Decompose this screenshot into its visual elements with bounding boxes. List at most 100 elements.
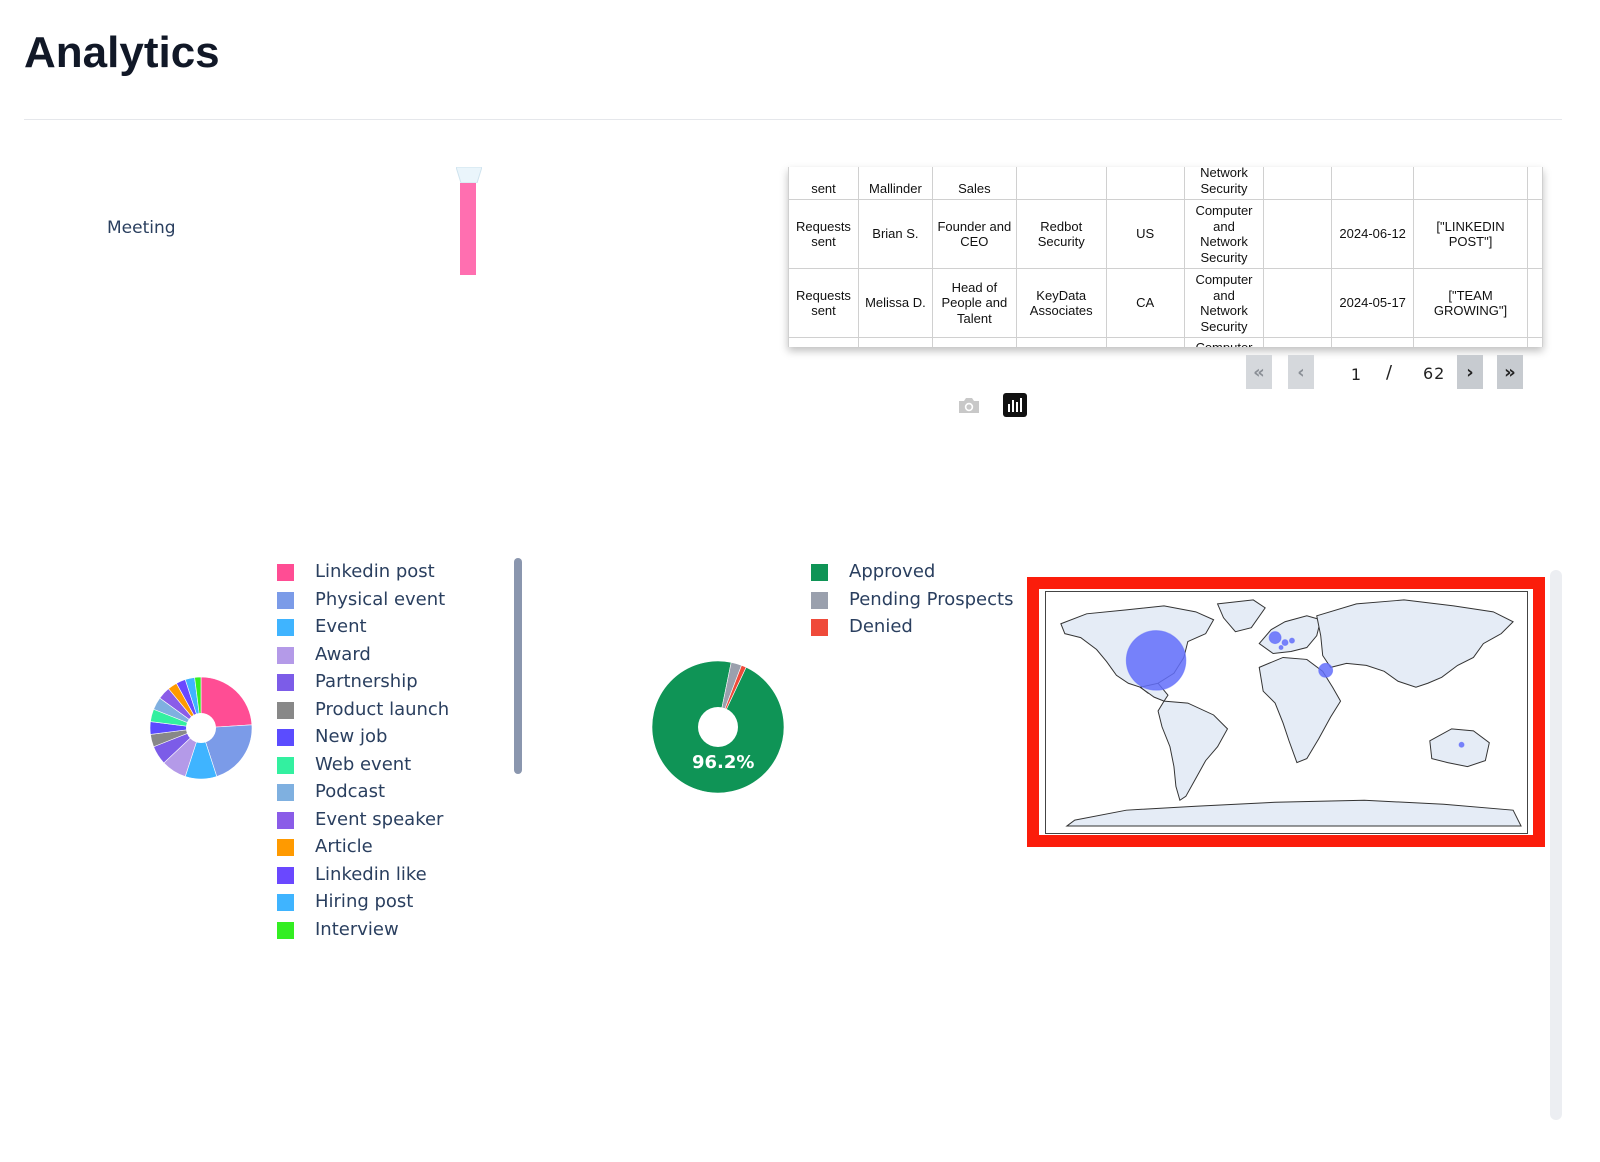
- table-cell-overflow: [1526, 268, 1543, 338]
- sources-legend-item[interactable]: Linkedin post: [277, 558, 449, 586]
- table-row: Requests sent Melissa D. Head of People an…: [788, 268, 1543, 338]
- chevron-left-icon: ‹: [1297, 361, 1305, 383]
- double-chevron-left-icon: «: [1253, 361, 1265, 383]
- table-cell: Head of People and Talent: [931, 268, 1017, 338]
- first-page-button[interactable]: «: [1246, 355, 1272, 389]
- funnel-connector: [456, 167, 482, 183]
- chevron-right-icon: ›: [1466, 361, 1474, 383]
- legend-label: Interview: [315, 918, 399, 940]
- table-cell: Requests sent: [788, 268, 859, 338]
- sources-legend-item[interactable]: Web event: [277, 751, 449, 779]
- table-cell-overflow: [1526, 167, 1543, 200]
- funnel-stage-label: Meeting: [107, 218, 176, 238]
- legend-swatch: [277, 921, 294, 939]
- prospects-table: sent Mallinder Sales Network Security Reques…: [788, 167, 1543, 347]
- sources-legend-item[interactable]: Partnership: [277, 668, 449, 696]
- status-legend-item[interactable]: Pending Prospects: [811, 586, 1013, 614]
- sources-legend-item[interactable]: Interview: [277, 916, 449, 944]
- status-donut-chart: [652, 661, 784, 793]
- map-land-south-america: [1157, 700, 1229, 802]
- table-cell: [1413, 167, 1528, 200]
- map-bubble-europe-1[interactable]: [1281, 639, 1289, 647]
- sources-legend-item[interactable]: Physical event: [277, 586, 449, 614]
- legend-swatch: [277, 729, 294, 746]
- status-legend-item[interactable]: Denied: [811, 613, 1013, 641]
- sources-legend-item[interactable]: New job: [277, 723, 449, 751]
- table-cell: [788, 337, 859, 347]
- title-divider: [24, 119, 1562, 120]
- legend-label: Hiring post: [315, 891, 414, 912]
- table-cell: 2024-06-12: [1331, 199, 1415, 269]
- table-cell: [1413, 337, 1528, 347]
- legend-swatch: [811, 591, 828, 609]
- last-page-button[interactable]: »: [1497, 355, 1523, 389]
- legend-label: Partnership: [315, 671, 418, 692]
- table-cell: 2024-05-17: [1331, 268, 1415, 338]
- table-row: Requests sent Brian S. Founder and CEO Redb…: [788, 199, 1543, 269]
- sources-legend-item[interactable]: Event speaker: [277, 806, 449, 834]
- page-scrollbar[interactable]: [1550, 570, 1562, 1120]
- table-cell: Computer: [1183, 337, 1265, 347]
- sources-legend-item[interactable]: Event: [277, 613, 449, 641]
- table-cell: [857, 337, 933, 347]
- table-row: Computer: [788, 337, 1543, 347]
- double-chevron-right-icon: »: [1504, 361, 1516, 383]
- table-row: sent Mallinder Sales Network Security: [788, 167, 1543, 200]
- next-page-button[interactable]: ›: [1457, 355, 1483, 389]
- table-cell: [1263, 268, 1333, 338]
- legend-swatch: [277, 674, 294, 691]
- legend-scrollbar[interactable]: [514, 558, 522, 774]
- map-bubble-israel[interactable]: [1318, 662, 1334, 678]
- legend-swatch: [277, 564, 294, 581]
- table-cell: Computer and Network Security: [1183, 199, 1265, 269]
- legend-label: New job: [315, 726, 388, 747]
- camera-icon[interactable]: [957, 395, 981, 415]
- map-bubble-australia[interactable]: [1458, 741, 1465, 748]
- prospects-world-map[interactable]: [1045, 591, 1528, 834]
- table-cell: US: [1105, 199, 1185, 269]
- sources-legend-item[interactable]: Award: [277, 641, 449, 669]
- donut-hole: [698, 707, 738, 747]
- table-cell: [931, 337, 1017, 347]
- funnel-bar-meeting[interactable]: [460, 183, 476, 275]
- sources-legend-item[interactable]: Hiring post: [277, 888, 449, 916]
- map-bubble-europe-3[interactable]: [1278, 645, 1284, 651]
- table-cell: Sales: [931, 167, 1017, 200]
- legend-label: Physical event: [315, 588, 446, 610]
- map-land-antarctica: [1065, 799, 1522, 827]
- page-number-input[interactable]: [1326, 359, 1386, 389]
- table-cell: [1263, 199, 1333, 269]
- page-title: Analytics: [24, 28, 220, 77]
- sources-legend-item[interactable]: Product launch: [277, 696, 449, 724]
- bar-chart-icon[interactable]: [1003, 393, 1027, 417]
- legend-label: Web event: [315, 753, 412, 775]
- table-cell: Melissa D.: [857, 268, 933, 338]
- legend-label: Pending Prospects: [849, 588, 1014, 610]
- legend-label: Product launch: [315, 698, 450, 720]
- sources-legend-item[interactable]: Podcast: [277, 778, 449, 806]
- legend-swatch: [277, 619, 294, 636]
- legend-label: Event: [315, 616, 367, 637]
- map-bubble-europe-2[interactable]: [1288, 637, 1295, 644]
- previous-page-button[interactable]: ‹: [1288, 355, 1314, 389]
- status-legend-item[interactable]: Approved: [811, 558, 1013, 586]
- legend-swatch: [277, 811, 294, 829]
- sources-legend-item[interactable]: Article: [277, 833, 449, 861]
- sources-legend-item[interactable]: Linkedin like: [277, 861, 449, 889]
- total-pages: 62: [1423, 364, 1446, 383]
- map-land-australia: [1429, 728, 1490, 768]
- legend-swatch: [277, 591, 294, 609]
- table-cell: Brian S.: [857, 199, 933, 269]
- page-separator: /: [1386, 362, 1393, 383]
- legend-swatch: [277, 756, 294, 774]
- legend-swatch: [811, 619, 828, 636]
- map-bubble-us[interactable]: [1125, 630, 1187, 691]
- table-cell: Founder and CEO: [931, 199, 1017, 269]
- map-land-greenland: [1216, 599, 1266, 633]
- status-legend: Approved Pending Prospects Denied: [811, 558, 1013, 641]
- table-cell-overflow: [1526, 199, 1543, 269]
- map-bubble-uk[interactable]: [1268, 631, 1282, 645]
- legend-swatch: [277, 866, 294, 884]
- legend-swatch: [277, 701, 294, 719]
- sources-donut-chart: [150, 677, 252, 779]
